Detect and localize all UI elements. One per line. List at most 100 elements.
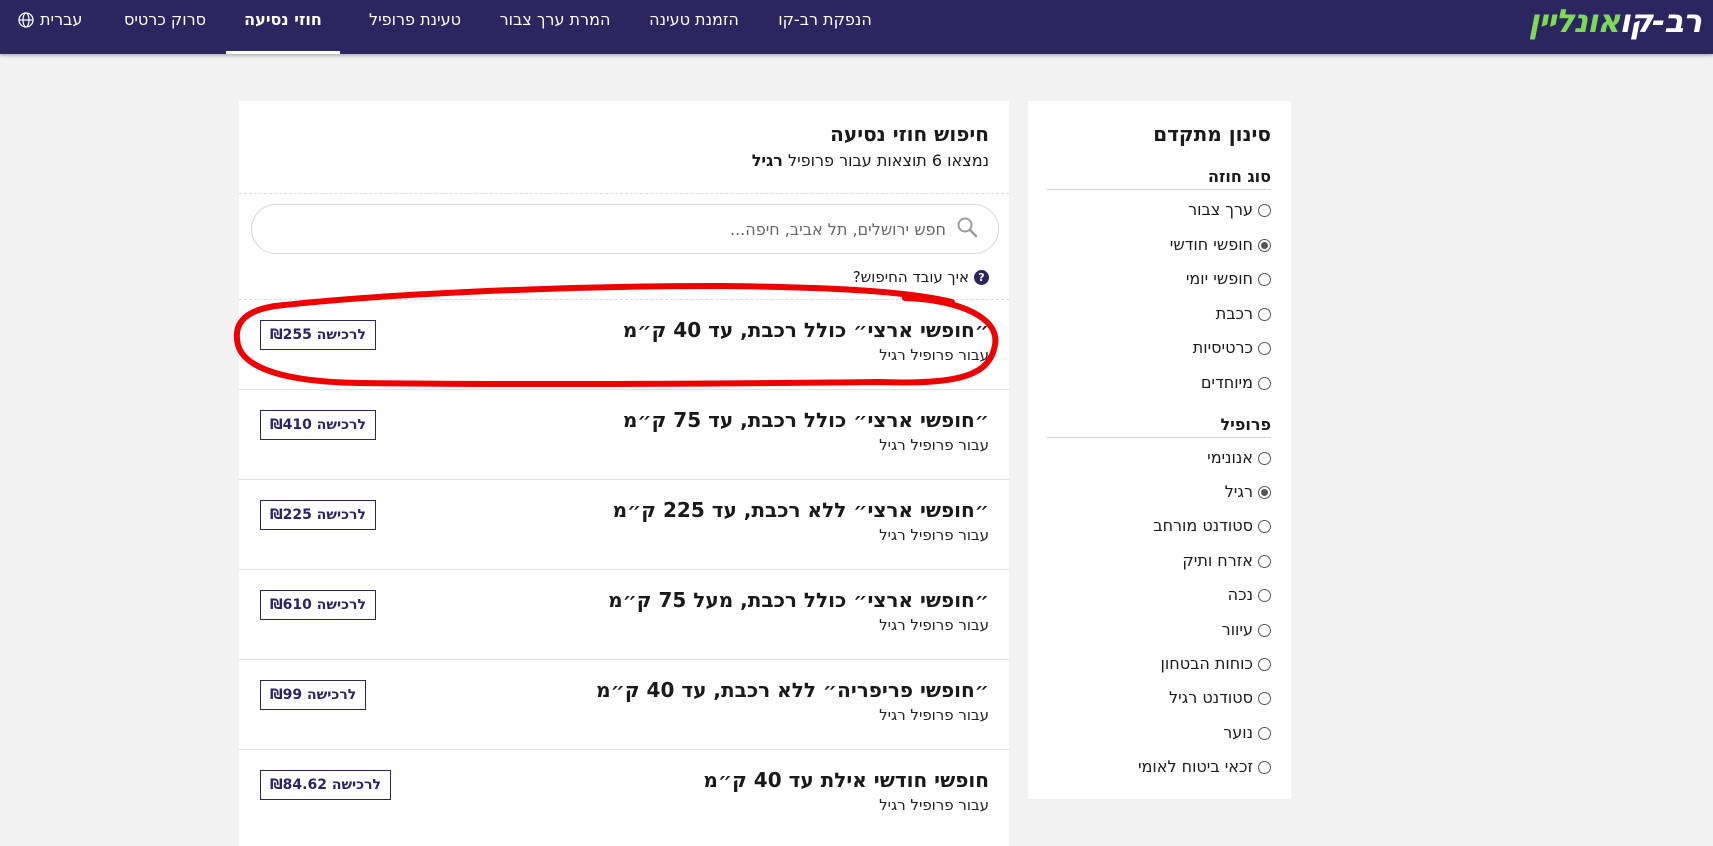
- nav-item-load-profile[interactable]: טעינת פרופיל: [358, 0, 472, 54]
- filter-option-label: אנונימי: [1207, 448, 1253, 467]
- results-panel: חיפוש חוזי נסיעה נמצאו 6 תוצאות עבור פרו…: [239, 101, 1009, 846]
- filter-option-blind[interactable]: עיוור: [1222, 619, 1271, 641]
- filter-option-label: חופשי יומי: [1185, 269, 1253, 288]
- radio-button[interactable]: [1258, 691, 1271, 705]
- result-title: ״חופשי פריפריה״ ללא רכבת, עד 40 ק״מ: [596, 678, 989, 702]
- filter-option-special[interactable]: מיוחדים: [1201, 372, 1271, 394]
- filter-option-train[interactable]: רכבת: [1216, 303, 1271, 325]
- filter-option-label: זכאי ביטוח לאומי: [1137, 757, 1253, 776]
- result-title: ״חופשי ארצי״ כולל רכבת, מעל 75 ק״מ: [608, 588, 989, 612]
- globe-icon: [18, 12, 34, 28]
- radio-button[interactable]: [1258, 623, 1271, 637]
- divider: [239, 193, 1009, 194]
- filter-option-security-forces[interactable]: כוחות הבטחון: [1161, 653, 1271, 675]
- buy-button[interactable]: לרכישה ₪610: [260, 590, 376, 620]
- radio-button[interactable]: [1258, 451, 1271, 465]
- nav-item-travel-contracts[interactable]: חוזי נסיעה: [226, 0, 340, 54]
- result-profile: עבור פרופיל רגיל: [879, 346, 989, 364]
- filter-option-label: אזרח ותיק: [1182, 551, 1253, 570]
- contract-type-section-title: סוג חוזה: [1047, 166, 1271, 190]
- radio-button[interactable]: [1258, 307, 1271, 321]
- radio-button[interactable]: [1258, 376, 1271, 390]
- filter-option-label: רגיל: [1224, 482, 1253, 501]
- filter-option-label: סטודנט מורחב: [1153, 516, 1253, 535]
- filter-option-regular-student[interactable]: סטודנט רגיל: [1169, 687, 1271, 709]
- result-item[interactable]: ״חופשי פריפריה״ ללא רכבת, עד 40 ק״מ עבור…: [239, 659, 1009, 749]
- filter-option-label: חופשי חודשי: [1169, 235, 1253, 254]
- result-title: חופשי חודשי אילת עד 40 ק״מ: [703, 768, 989, 792]
- result-profile: עבור פרופיל רגיל: [879, 706, 989, 724]
- search-input[interactable]: [296, 219, 946, 239]
- nav-item-issue-card[interactable]: הנפקת רב-קו: [770, 0, 880, 54]
- logo-text-main: רב-קו: [1619, 2, 1702, 40]
- filter-option-label: נכה: [1227, 585, 1253, 604]
- radio-button-selected[interactable]: [1258, 485, 1271, 499]
- profile-section-title: פרופיל: [1047, 414, 1271, 438]
- radio-button[interactable]: [1258, 726, 1271, 740]
- logo-text-accent: אונליין: [1528, 2, 1620, 40]
- filter-option-label: עיוור: [1221, 620, 1253, 639]
- rav-kav-online-logo[interactable]: רב-קואונליין: [1528, 2, 1702, 40]
- nav-item-order-load[interactable]: הזמנת טעינה: [638, 0, 750, 54]
- radio-button[interactable]: [1258, 203, 1271, 217]
- result-title: ״חופשי ארצי״ כולל רכבת, עד 75 ק״מ: [622, 408, 989, 432]
- language-label: עברית: [40, 10, 83, 29]
- results-count-prefix: נמצאו 6 תוצאות עבור פרופיל: [788, 151, 989, 170]
- result-profile: עבור פרופיל רגיל: [879, 796, 989, 814]
- result-profile: עבור פרופיל רגיל: [879, 436, 989, 454]
- result-title: ״חופשי ארצי״ ללא רכבת, עד 225 ק״מ: [612, 498, 989, 522]
- radio-button[interactable]: [1258, 760, 1271, 774]
- result-profile: עבור פרופיל רגיל: [879, 526, 989, 544]
- search-box[interactable]: [251, 204, 999, 254]
- buy-button[interactable]: לרכישה ₪255: [260, 320, 376, 350]
- filter-option-senior-citizen[interactable]: אזרח ותיק: [1182, 550, 1271, 572]
- result-item[interactable]: ״חופשי ארצי״ כולל רכבת, עד 75 ק״מ עבור פ…: [239, 389, 1009, 479]
- result-item[interactable]: ״חופשי ארצי״ כולל רכבת, מעל 75 ק״מ עבור …: [239, 569, 1009, 659]
- filter-option-extended-student[interactable]: סטודנט מורחב: [1153, 515, 1271, 537]
- filter-option-label: סטודנט רגיל: [1168, 688, 1253, 707]
- buy-button[interactable]: לרכישה ₪410: [260, 410, 376, 440]
- filter-option-monthly-free[interactable]: חופשי חודשי: [1170, 234, 1271, 256]
- result-item[interactable]: ״חופשי ארצי״ כולל רכבת, עד 40 ק״מ עבור פ…: [239, 300, 1009, 390]
- results-count-text: נמצאו 6 תוצאות עבור פרופיל רגיל: [752, 150, 989, 172]
- question-icon: ?: [974, 269, 989, 285]
- filter-option-label: רכבת: [1215, 304, 1253, 323]
- nav-item-convert-stored-value[interactable]: המרת ערך צבור: [491, 0, 619, 54]
- radio-button[interactable]: [1258, 657, 1271, 671]
- radio-button[interactable]: [1258, 519, 1271, 533]
- filter-option-regular[interactable]: רגיל: [1225, 481, 1271, 503]
- result-item[interactable]: חופשי חודשי אילת עד 40 ק״מ עבור פרופיל ר…: [239, 749, 1009, 839]
- page-title: חיפוש חוזי נסיעה: [830, 122, 989, 146]
- filter-option-label: נוער: [1223, 723, 1253, 742]
- radio-button[interactable]: [1258, 554, 1271, 568]
- results-profile-name: רגיל: [751, 151, 783, 170]
- filter-option-anonymous[interactable]: אנונימי: [1207, 447, 1271, 469]
- filter-option-national-insurance[interactable]: זכאי ביטוח לאומי: [1138, 756, 1271, 778]
- filter-option-punch-cards[interactable]: כרטיסיות: [1193, 337, 1271, 359]
- result-title: ״חופשי ארצי״ כולל רכבת, עד 40 ק״מ: [622, 318, 989, 342]
- search-help-link[interactable]: ? איך עובד החיפוש?: [853, 266, 989, 288]
- result-profile: עבור פרופיל רגיל: [879, 616, 989, 634]
- top-navigation-bar: רב-קואונליין הנפקת רב-קו הזמנת טעינה המר…: [0, 0, 1713, 54]
- language-selector[interactable]: עברית: [18, 10, 82, 30]
- buy-button[interactable]: לרכישה ₪84.62: [260, 770, 392, 800]
- filter-option-label: כרטיסיות: [1192, 338, 1253, 357]
- radio-button[interactable]: [1258, 341, 1271, 355]
- radio-button[interactable]: [1258, 272, 1271, 286]
- advanced-filter-panel: סינון מתקדם סוג חוזה ערך צבור חופשי חודש…: [1028, 101, 1291, 799]
- nav-item-scan-card[interactable]: סרוק כרטיס: [120, 0, 210, 54]
- radio-button-selected[interactable]: [1258, 238, 1271, 252]
- filter-panel-title: סינון מתקדם: [1153, 122, 1271, 146]
- filter-option-label: ערך צבור: [1188, 200, 1253, 219]
- buy-button[interactable]: לרכישה ₪99: [260, 680, 367, 710]
- radio-button[interactable]: [1258, 588, 1271, 602]
- buy-button[interactable]: לרכישה ₪225: [260, 500, 376, 530]
- filter-option-disabled[interactable]: נכה: [1228, 584, 1271, 606]
- filter-option-label: מיוחדים: [1200, 373, 1253, 392]
- filter-option-daily-free[interactable]: חופשי יומי: [1186, 268, 1271, 290]
- filter-option-label: כוחות הבטחון: [1160, 654, 1253, 673]
- filter-option-stored-value[interactable]: ערך צבור: [1188, 199, 1271, 221]
- result-item[interactable]: ״חופשי ארצי״ ללא רכבת, עד 225 ק״מ עבור פ…: [239, 479, 1009, 569]
- search-help-text: איך עובד החיפוש?: [852, 268, 969, 286]
- filter-option-youth[interactable]: נוער: [1223, 722, 1271, 744]
